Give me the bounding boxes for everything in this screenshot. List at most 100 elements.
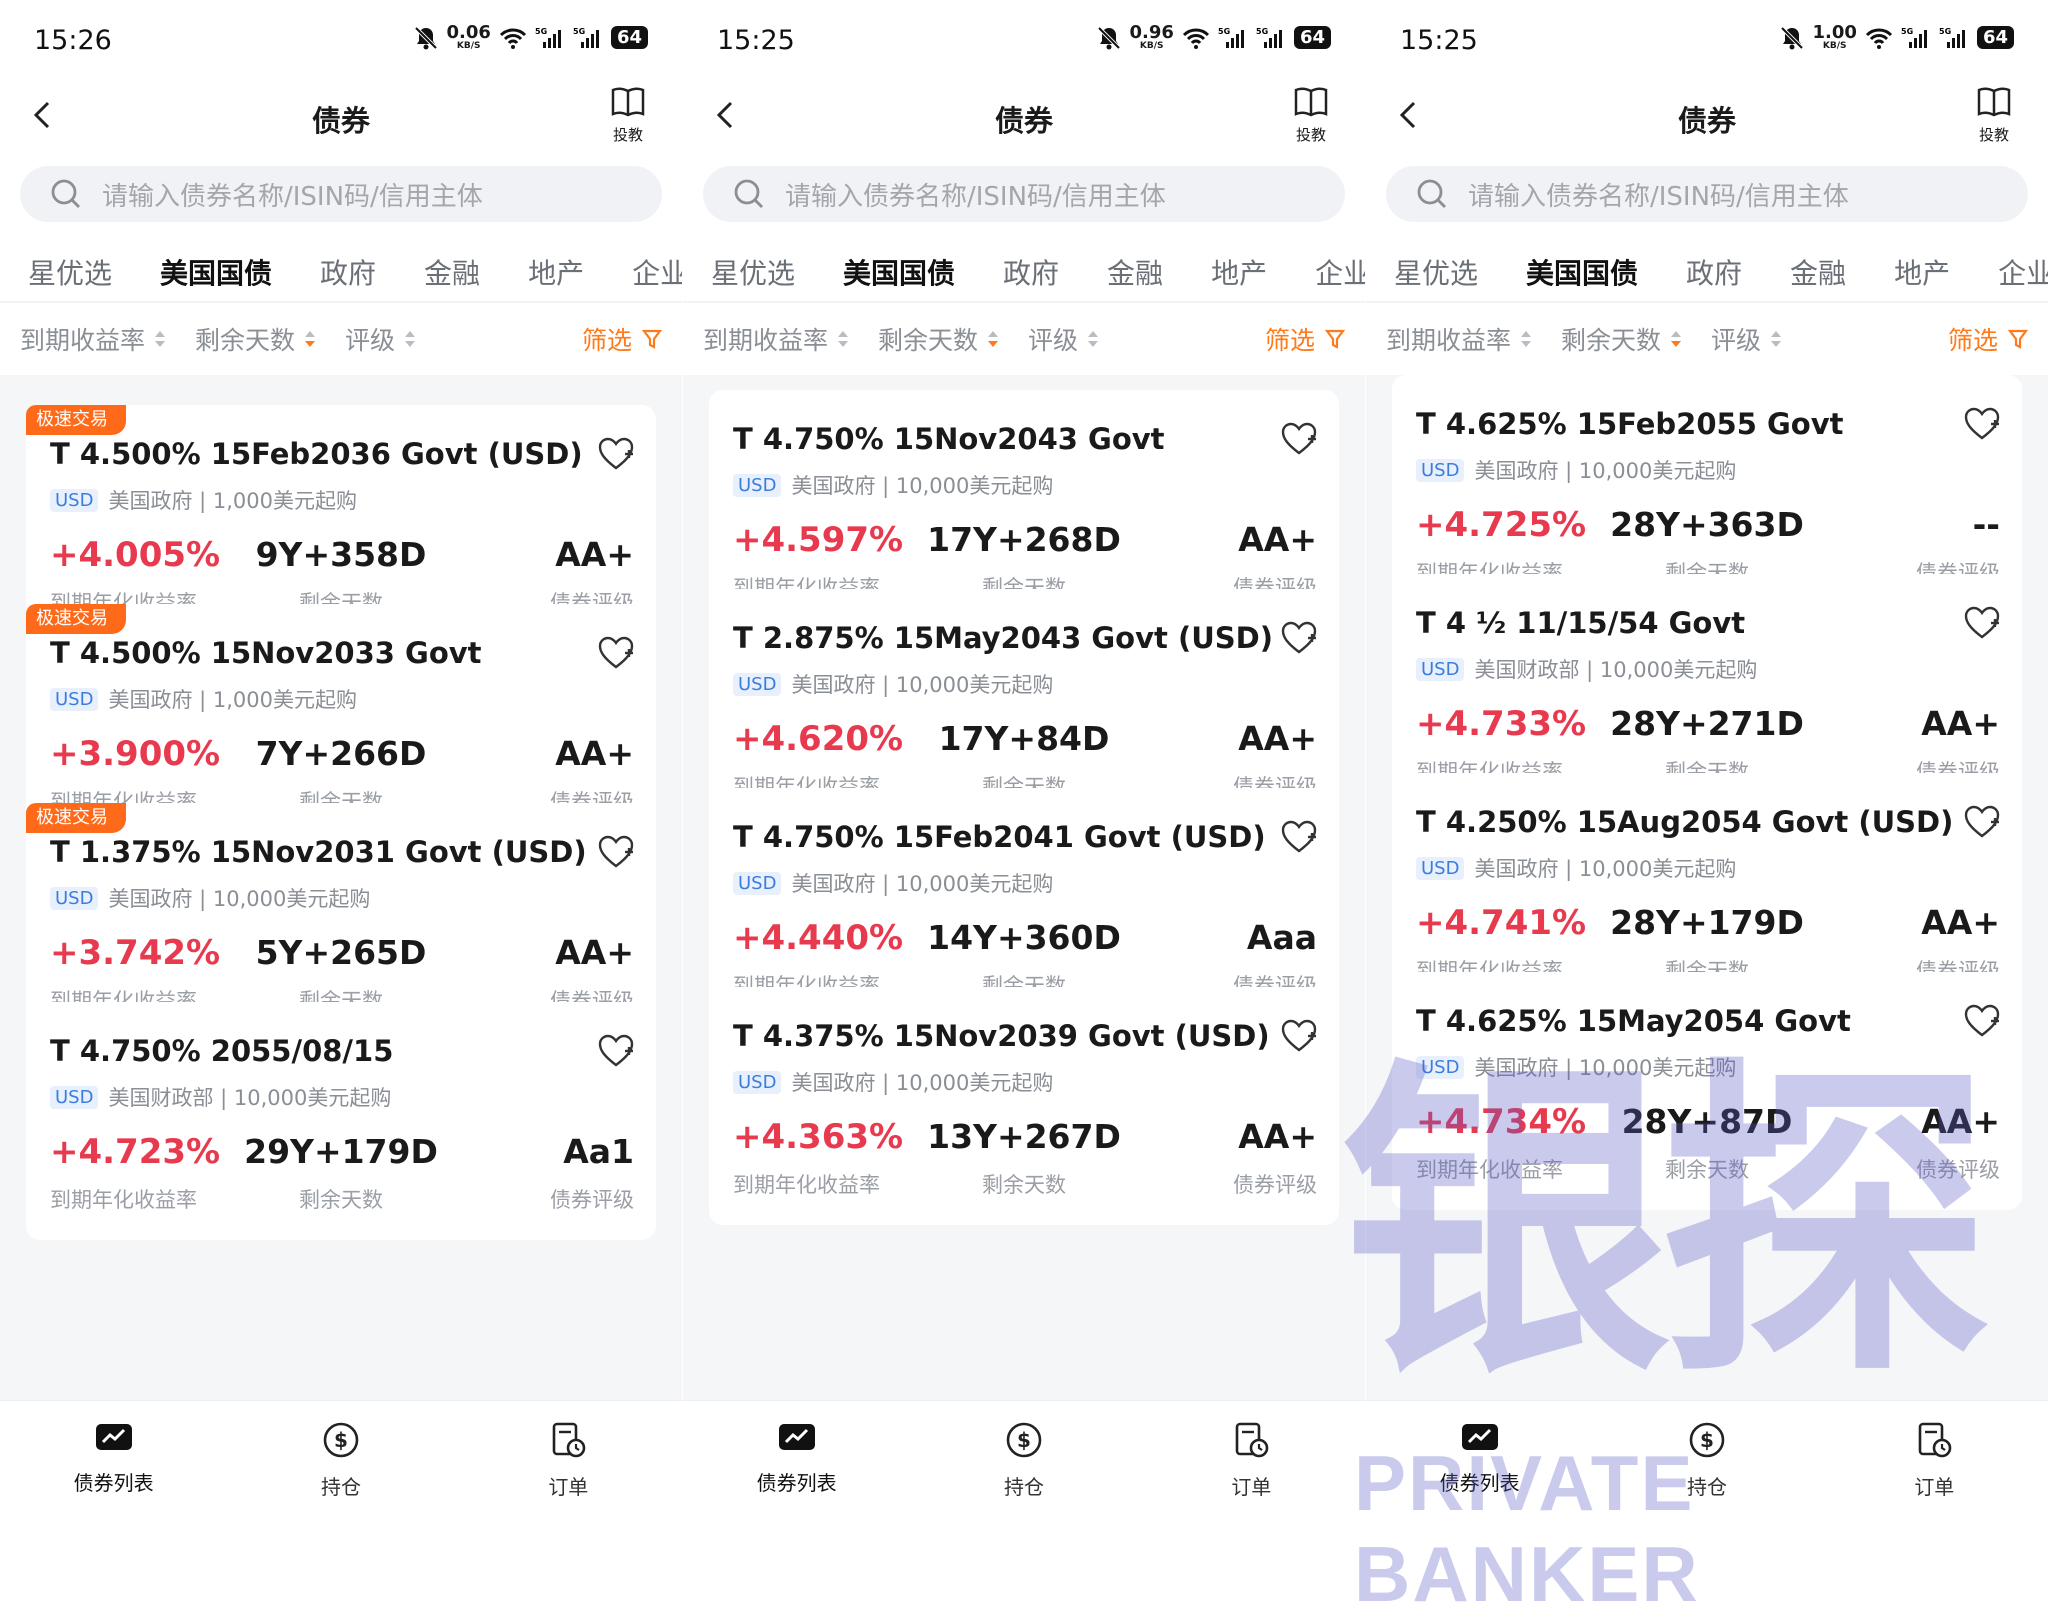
rating-value: Aa1 bbox=[563, 1132, 634, 1171]
search-icon bbox=[51, 179, 80, 208]
bond-name: T 4.500% 15Nov2033 Govt bbox=[50, 636, 482, 670]
sort-option[interactable]: 评级 bbox=[345, 321, 416, 357]
category-tab[interactable]: 政府 bbox=[320, 252, 376, 292]
category-tab[interactable]: 政府 bbox=[1003, 252, 1059, 292]
filter-button[interactable]: 筛选 bbox=[582, 321, 662, 357]
search-icon bbox=[734, 179, 763, 208]
category-tab[interactable]: 企业 bbox=[1998, 252, 2048, 292]
bond-meta: USD 美国政府 | 10,000美元起购 bbox=[1416, 455, 1736, 485]
favorite-add-icon[interactable] bbox=[1281, 621, 1317, 655]
favorite-add-icon[interactable] bbox=[1281, 422, 1317, 456]
mute-bell-icon bbox=[414, 26, 437, 49]
favorite-add-icon[interactable] bbox=[1964, 407, 2000, 441]
favorite-add-icon[interactable] bbox=[1964, 805, 2000, 839]
category-tab[interactable]: 美国国债 bbox=[1526, 252, 1638, 292]
page-title: 债券 bbox=[311, 104, 370, 138]
category-tab[interactable]: 金融 bbox=[1790, 252, 1846, 292]
fast-trade-badge: 极速交易 bbox=[26, 803, 126, 833]
bond-name: T 4 ½ 11/15/54 Govt bbox=[1416, 606, 1746, 640]
bond-list-icon bbox=[777, 1421, 817, 1459]
favorite-add-icon[interactable] bbox=[1281, 1019, 1317, 1053]
category-tab[interactable]: 金融 bbox=[1107, 252, 1163, 292]
sort-option[interactable]: 到期收益率 bbox=[20, 321, 166, 357]
search-input[interactable]: 请输入债券名称/ISIN码/信用主体 bbox=[1386, 166, 2028, 222]
issuer-min-purchase: 美国政府 | 10,000美元起购 bbox=[1474, 857, 1737, 881]
favorite-add-icon[interactable] bbox=[598, 1034, 634, 1068]
mute-bell-icon bbox=[1097, 26, 1120, 49]
sort-option[interactable]: 剩余天数 bbox=[195, 321, 316, 357]
bottom-tab-label: 债券列表 bbox=[73, 1471, 154, 1495]
bond-card[interactable]: T 4.750% 2055/08/15 USD 美国财政部 | 10,000美元起购… bbox=[26, 1002, 656, 1240]
currency-tag: USD bbox=[50, 1085, 99, 1109]
status-time: 15:25 bbox=[1400, 25, 1478, 56]
bottom-tab[interactable]: 订单 bbox=[1821, 1401, 2048, 1536]
bottom-tab[interactable]: 债券列表 bbox=[683, 1401, 910, 1536]
favorite-add-icon[interactable] bbox=[598, 835, 634, 869]
favorite-add-icon[interactable] bbox=[598, 636, 634, 670]
signal-5g-icon: 5G bbox=[573, 27, 599, 48]
bottom-tab[interactable]: $ 持仓 bbox=[227, 1401, 454, 1536]
svg-text:5G: 5G bbox=[1218, 27, 1230, 36]
tutorial-button[interactable]: 投教 bbox=[1281, 86, 1341, 145]
svg-text:5G: 5G bbox=[535, 27, 547, 36]
category-tab[interactable]: 企业 bbox=[632, 252, 682, 292]
favorite-add-icon[interactable] bbox=[598, 437, 634, 471]
issuer-min-purchase: 美国政府 | 10,000美元起购 bbox=[791, 673, 1054, 697]
wifi-icon bbox=[499, 28, 526, 49]
remaining-days-value: 28Y+363D bbox=[1610, 505, 1804, 544]
tutorial-button[interactable]: 投教 bbox=[598, 86, 658, 145]
category-tab[interactable]: 政府 bbox=[1686, 252, 1742, 292]
category-tab[interactable]: 美国国债 bbox=[843, 252, 955, 292]
bond-meta: USD 美国政府 | 1,000美元起购 bbox=[50, 485, 357, 515]
bottom-tab-label: 持仓 bbox=[1003, 1475, 1044, 1499]
favorite-add-icon[interactable] bbox=[1281, 820, 1317, 854]
bottom-tab[interactable]: $ 持仓 bbox=[910, 1401, 1137, 1536]
currency-tag: USD bbox=[733, 672, 782, 696]
bond-card[interactable]: T 4.375% 15Nov2039 Govt (USD) USD 美国政府 | 1… bbox=[709, 987, 1339, 1225]
rating-value: AA+ bbox=[1921, 903, 2000, 942]
sort-option[interactable]: 到期收益率 bbox=[1386, 321, 1532, 357]
search-input[interactable]: 请输入债券名称/ISIN码/信用主体 bbox=[20, 166, 662, 222]
bottom-tab[interactable]: $ 持仓 bbox=[1593, 1401, 1820, 1536]
tutorial-button[interactable]: 投教 bbox=[1964, 86, 2024, 145]
filter-button[interactable]: 筛选 bbox=[1948, 321, 2028, 357]
category-tab[interactable]: 金融 bbox=[424, 252, 480, 292]
category-tab[interactable]: 星优选 bbox=[28, 252, 112, 292]
bottom-tab[interactable]: 订单 bbox=[455, 1401, 682, 1536]
sort-option[interactable]: 到期收益率 bbox=[703, 321, 849, 357]
category-tab[interactable]: 地产 bbox=[528, 252, 584, 292]
bottom-tab-label: 订单 bbox=[1231, 1475, 1272, 1499]
sort-option[interactable]: 剩余天数 bbox=[1561, 321, 1682, 357]
sort-option[interactable]: 评级 bbox=[1711, 321, 1782, 357]
svg-text:5G: 5G bbox=[573, 27, 585, 36]
category-tab[interactable]: 地产 bbox=[1211, 252, 1267, 292]
bond-name: T 4.750% 15Nov2043 Govt bbox=[733, 422, 1165, 456]
search-placeholder: 请输入债券名称/ISIN码/信用主体 bbox=[785, 181, 1166, 212]
sort-option[interactable]: 评级 bbox=[1028, 321, 1099, 357]
signal-5g-icon: 5G bbox=[1939, 27, 1965, 48]
rating-value: AA+ bbox=[555, 535, 634, 574]
nav-bar: 债券 投教 bbox=[683, 80, 1365, 150]
bottom-tab[interactable]: 债券列表 bbox=[0, 1401, 227, 1536]
search-input[interactable]: 请输入债券名称/ISIN码/信用主体 bbox=[703, 166, 1345, 222]
bond-card[interactable]: T 4.625% 15May2054 Govt USD 美国政府 | 10,000美… bbox=[1392, 972, 2022, 1210]
status-time: 15:26 bbox=[34, 25, 112, 56]
favorite-add-icon[interactable] bbox=[1964, 1004, 2000, 1038]
filter-button[interactable]: 筛选 bbox=[1265, 321, 1345, 357]
sort-bar: 到期收益率 剩余天数 评级 筛选 bbox=[1366, 303, 2048, 375]
bottom-tab[interactable]: 债券列表 bbox=[1366, 1401, 1593, 1536]
rating-label: 债券评级 bbox=[550, 1188, 634, 1212]
category-tab[interactable]: 企业 bbox=[1315, 252, 1365, 292]
wifi-icon bbox=[1182, 28, 1209, 49]
category-tab[interactable]: 星优选 bbox=[1394, 252, 1478, 292]
rating-value: AA+ bbox=[1921, 704, 2000, 743]
rating-value: AA+ bbox=[1238, 520, 1317, 559]
bond-meta: USD 美国财政部 | 10,000美元起购 bbox=[50, 1082, 391, 1112]
category-tab[interactable]: 美国国债 bbox=[160, 252, 272, 292]
category-tab[interactable]: 星优选 bbox=[711, 252, 795, 292]
sort-option[interactable]: 剩余天数 bbox=[878, 321, 999, 357]
favorite-add-icon[interactable] bbox=[1964, 606, 2000, 640]
bond-name: T 4.625% 15May2054 Govt bbox=[1416, 1004, 1851, 1038]
bottom-tab[interactable]: 订单 bbox=[1138, 1401, 1365, 1536]
category-tab[interactable]: 地产 bbox=[1894, 252, 1950, 292]
